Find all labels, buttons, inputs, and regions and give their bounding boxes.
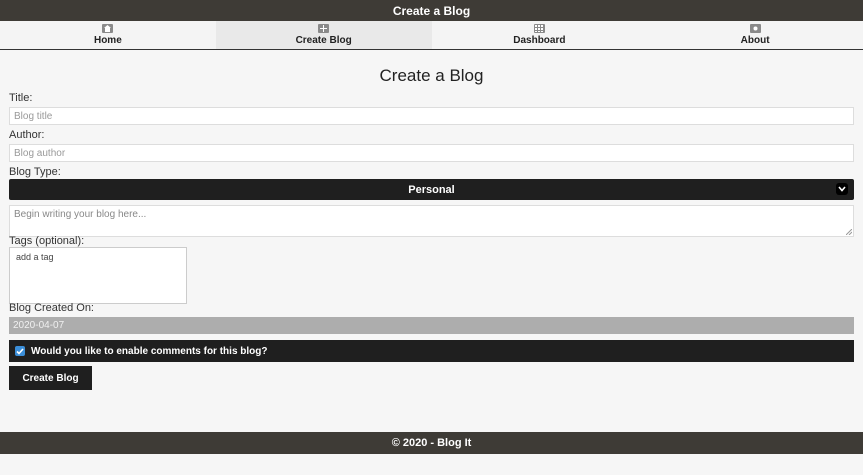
nav-item-label: Create Blog — [295, 35, 352, 46]
blog-type-label: Blog Type: — [9, 166, 61, 178]
nav-item-label: Dashboard — [513, 35, 566, 46]
title-label: Title: — [9, 92, 33, 104]
comments-label: Would you like to enable comments for th… — [31, 345, 268, 357]
app-title-bar: Create a Blog — [0, 0, 863, 21]
nav-item-label: About — [740, 35, 770, 46]
app-title: Create a Blog — [392, 3, 471, 18]
page-title: Create a Blog — [379, 66, 484, 85]
title-input[interactable]: Blog title — [9, 107, 854, 125]
author-label: Author: — [9, 129, 45, 141]
plus-square-icon — [318, 24, 330, 33]
tags-input[interactable]: add a tag — [9, 247, 187, 304]
blog-body-textarea[interactable]: Begin writing your blog here... — [9, 205, 854, 237]
created-on-label: Blog Created On: — [9, 302, 94, 314]
tags-placeholder: add a tag — [16, 252, 54, 262]
nav-bar: Home Create Blog Dashboard About — [0, 21, 863, 50]
nav-item-create-blog[interactable]: Create Blog — [215, 21, 432, 49]
nav-item-label: Home — [93, 35, 122, 46]
comments-toggle[interactable]: Would you like to enable comments for th… — [9, 340, 854, 362]
info-square-icon — [749, 24, 761, 33]
create-blog-button[interactable]: Create Blog — [9, 366, 92, 390]
grid-icon — [533, 24, 545, 33]
resize-handle-icon[interactable] — [846, 229, 852, 235]
nav-item-home[interactable]: Home — [0, 21, 216, 49]
blog-type-value: Personal — [408, 183, 455, 196]
check-icon — [16, 347, 24, 355]
footer-text: © 2020 - Blog It — [391, 437, 472, 449]
author-placeholder: Blog author — [14, 147, 66, 159]
created-on-field: 2020-04-07 — [9, 317, 854, 334]
footer: © 2020 - Blog It — [0, 432, 863, 454]
title-placeholder: Blog title — [14, 110, 53, 122]
nav-item-dashboard[interactable]: Dashboard — [432, 21, 648, 49]
home-icon — [102, 24, 114, 33]
nav-item-about[interactable]: About — [647, 21, 863, 49]
author-input[interactable]: Blog author — [9, 144, 854, 162]
comments-checkbox[interactable] — [15, 346, 25, 356]
blog-body-placeholder: Begin writing your blog here... — [14, 209, 147, 220]
created-on-value: 2020-04-07 — [13, 320, 65, 331]
tags-label: Tags (optional): — [9, 235, 85, 247]
chevron-down-icon — [836, 183, 848, 195]
blog-type-select[interactable]: Personal — [9, 179, 854, 200]
